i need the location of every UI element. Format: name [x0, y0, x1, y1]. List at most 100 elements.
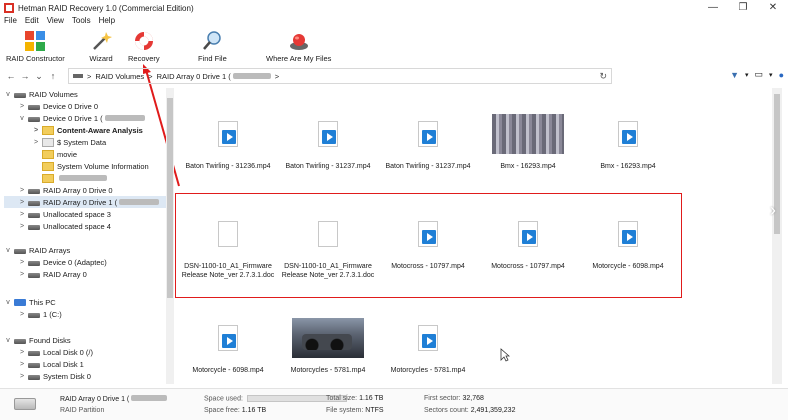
file-tile[interactable]: Motorcycles - 5781.mp4 [378, 314, 478, 375]
raid-constructor-button[interactable]: RAID Constructor [6, 29, 65, 63]
file-tile[interactable]: Motorcycle - 6098.mp4 [178, 314, 278, 375]
file-tile[interactable]: Motorcycles - 5781.mp4 [278, 314, 378, 375]
tree-item-unallocated-4[interactable]: > Unallocated space 4 [18, 220, 111, 232]
drive-icon [28, 212, 40, 218]
tree-item-hidden[interactable] [32, 172, 107, 184]
tree-item-local-disk1[interactable]: > Local Disk 1 [18, 358, 84, 370]
window-controls: — ❐ ✕ [698, 0, 788, 16]
tree-scrollbar-thumb[interactable] [167, 98, 173, 298]
file-name: Baton Twirling - 31237.mp4 [385, 163, 471, 170]
minimize-button[interactable]: — [698, 0, 728, 16]
tree-item-system-disk0[interactable]: > System Disk 0 [18, 370, 91, 382]
next-page-arrow-icon[interactable]: › [770, 200, 776, 221]
lifebuoy-icon [131, 29, 157, 53]
menu-tools[interactable]: Tools [72, 16, 91, 28]
tree-item-movie[interactable]: movie [32, 148, 77, 160]
close-button[interactable]: ✕ [758, 0, 788, 16]
tree-item-raid-array0-drive1[interactable]: > RAID Array 0 Drive 1 ( [4, 196, 166, 208]
video-thumbnail [492, 114, 564, 154]
forward-arrow-icon[interactable]: → [18, 71, 32, 81]
path-separator: > [87, 71, 92, 81]
drive-icon [28, 350, 40, 356]
file-tile[interactable]: Baton Twirling - 31237.mp4 [278, 110, 378, 171]
file-tile[interactable]: Baton Twirling - 31237.mp4 [378, 110, 478, 171]
path-separator: > [148, 71, 153, 81]
filter-dropdown-icon[interactable]: ▾ [745, 71, 749, 79]
video-file-icon [418, 325, 438, 351]
red-button-icon [286, 29, 312, 53]
status-file-system: File system: NTFS [326, 407, 384, 414]
drive-icon [28, 374, 40, 380]
tree-item-local-disk0[interactable]: > Local Disk 0 (/) [18, 346, 93, 358]
wizard-label: Wizard [89, 54, 113, 63]
file-name: Motorcycles - 5781.mp4 [390, 367, 466, 374]
drive-icon [14, 92, 26, 98]
tree-item-system-volume-information[interactable]: System Volume Information [32, 160, 149, 172]
menu-file[interactable]: File [4, 16, 17, 28]
menu-view[interactable]: View [47, 16, 64, 28]
refresh-icon[interactable]: ↻ [599, 71, 607, 82]
video-file-icon [418, 121, 438, 147]
drive-icon [28, 362, 40, 368]
drive-icon [28, 312, 40, 318]
tree-item-device0-drive1[interactable]: v Device 0 Drive 1 ( [18, 112, 145, 124]
puzzle-icon [22, 29, 48, 53]
path-separator: > [274, 71, 280, 81]
tree-item-device0-adaptec[interactable]: > Device 0 (Adaptec) [18, 256, 107, 268]
tree-item-system-data[interactable]: > $ System Data [32, 136, 106, 148]
tree-item-found-disks[interactable]: v Found Disks [4, 334, 70, 346]
find-file-button[interactable]: Find File [198, 29, 227, 63]
content-scrollbar[interactable] [772, 88, 782, 384]
video-file-icon [218, 121, 238, 147]
menu-bar: File Edit View Tools Help [0, 16, 115, 28]
tree-item-raid-volumes[interactable]: v RAID Volumes [4, 88, 78, 100]
magnifier-icon [199, 29, 225, 53]
drive-icon [14, 338, 26, 344]
file-name: Motorcycles - 5781.mp4 [290, 367, 366, 374]
folder-icon [42, 161, 54, 171]
wand-icon [88, 29, 114, 53]
path-field[interactable]: > RAID Volumes > RAID Array 0 Drive 1 ( … [68, 68, 612, 84]
file-tile[interactable]: Bmx - 16293.mp4 [578, 110, 678, 171]
help-icon[interactable]: ● [779, 70, 784, 80]
file-name: Motorcycle - 6098.mp4 [192, 367, 264, 374]
drive-icon [28, 260, 40, 266]
tree-item-content-aware-analysis[interactable]: > Content-Aware Analysis [32, 124, 143, 136]
title-bar: Hetman RAID Recovery 1.0 (Commercial Edi… [0, 0, 788, 16]
recovery-button[interactable]: Recovery [128, 29, 160, 63]
app-logo-icon [4, 3, 14, 13]
history-chevron-icon[interactable]: ⌄ [32, 71, 46, 82]
file-name: Baton Twirling - 31237.mp4 [285, 163, 371, 170]
status-first-sector: First sector: 32,768 [424, 395, 484, 402]
tree-item-raid-array0[interactable]: > RAID Array 0 [18, 268, 87, 280]
wizard-button[interactable]: Wizard [88, 29, 114, 63]
breadcrumb-drive[interactable]: RAID Array 0 Drive 1 ( [157, 72, 271, 81]
view-dropdown-icon[interactable]: ▾ [769, 71, 773, 79]
tree-item-raid-array0-drive0[interactable]: > RAID Array 0 Drive 0 [18, 184, 113, 196]
menu-edit[interactable]: Edit [25, 16, 39, 28]
view-mode-icon[interactable]: ▭ [755, 69, 764, 80]
tree-scrollbar[interactable] [166, 88, 174, 384]
breadcrumb-raid-volumes[interactable]: RAID Volumes [95, 72, 144, 81]
file-tile[interactable]: Bmx - 16293.mp4 [478, 110, 578, 171]
file-name: Baton Twirling - 31236.mp4 [185, 163, 271, 170]
ribbon-toolbar: RAID Constructor Wizard Recovery Find Fi… [0, 29, 788, 66]
tree-item-this-pc[interactable]: v This PC [4, 296, 55, 308]
back-arrow-icon[interactable]: ← [4, 71, 18, 81]
tree-item-unallocated-3[interactable]: > Unallocated space 3 [18, 208, 111, 220]
status-total-size: Total size: 1.16 TB [326, 395, 384, 402]
folder-icon [42, 149, 54, 159]
drive-icon [14, 248, 26, 254]
status-space-free: Space free: 1.16 TB [204, 407, 267, 414]
where-are-my-files-button[interactable]: Where Are My Files [266, 29, 331, 63]
system-folder-icon [42, 137, 54, 147]
menu-help[interactable]: Help [99, 16, 115, 28]
filter-icon[interactable]: ▼ [730, 70, 739, 80]
drive-icon [28, 200, 40, 206]
tree-item-c-drive[interactable]: >1 (C:) [18, 308, 62, 320]
restore-button[interactable]: ❐ [728, 0, 758, 16]
tree-item-raid-arrays[interactable]: v RAID Arrays [4, 244, 70, 256]
file-tile[interactable]: Baton Twirling - 31236.mp4 [178, 110, 278, 171]
up-arrow-icon[interactable]: ↑ [46, 71, 60, 81]
tree-item-device0-drive0[interactable]: > Device 0 Drive 0 [18, 100, 98, 112]
